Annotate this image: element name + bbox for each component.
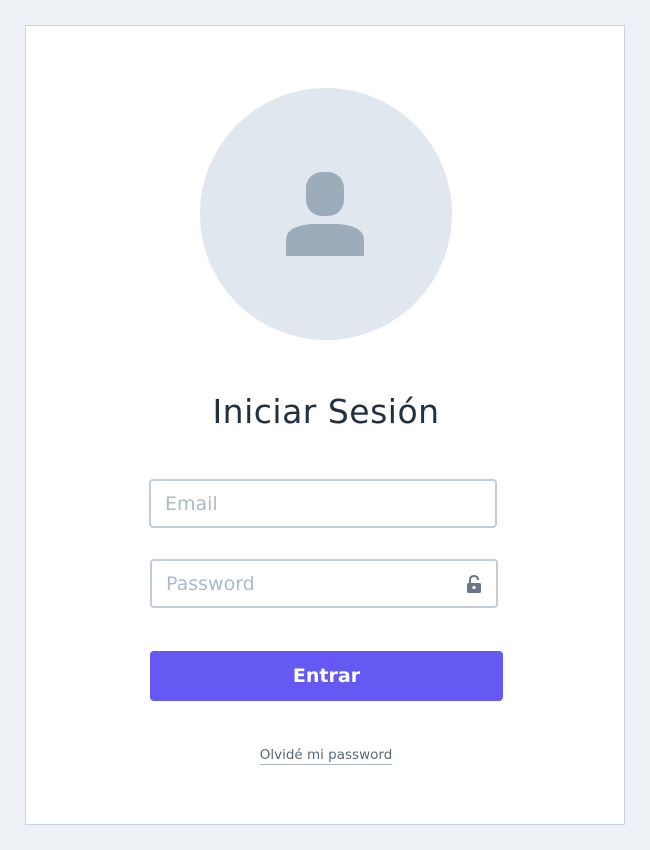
email-field[interactable]	[151, 481, 495, 526]
forgot-password-row: Olvidé mi password	[26, 744, 626, 765]
password-field-wrapper	[150, 559, 498, 608]
forgot-password-link[interactable]: Olvidé mi password	[259, 747, 393, 765]
login-card: Iniciar Sesión Entrar Olvidé mi password	[25, 25, 625, 825]
avatar	[200, 88, 452, 340]
email-field-wrapper	[149, 479, 497, 528]
login-button[interactable]: Entrar	[150, 651, 503, 701]
password-field[interactable]	[152, 561, 496, 606]
user-icon	[286, 172, 364, 256]
unlock-icon[interactable]	[466, 575, 482, 593]
page-title: Iniciar Sesión	[212, 392, 440, 431]
